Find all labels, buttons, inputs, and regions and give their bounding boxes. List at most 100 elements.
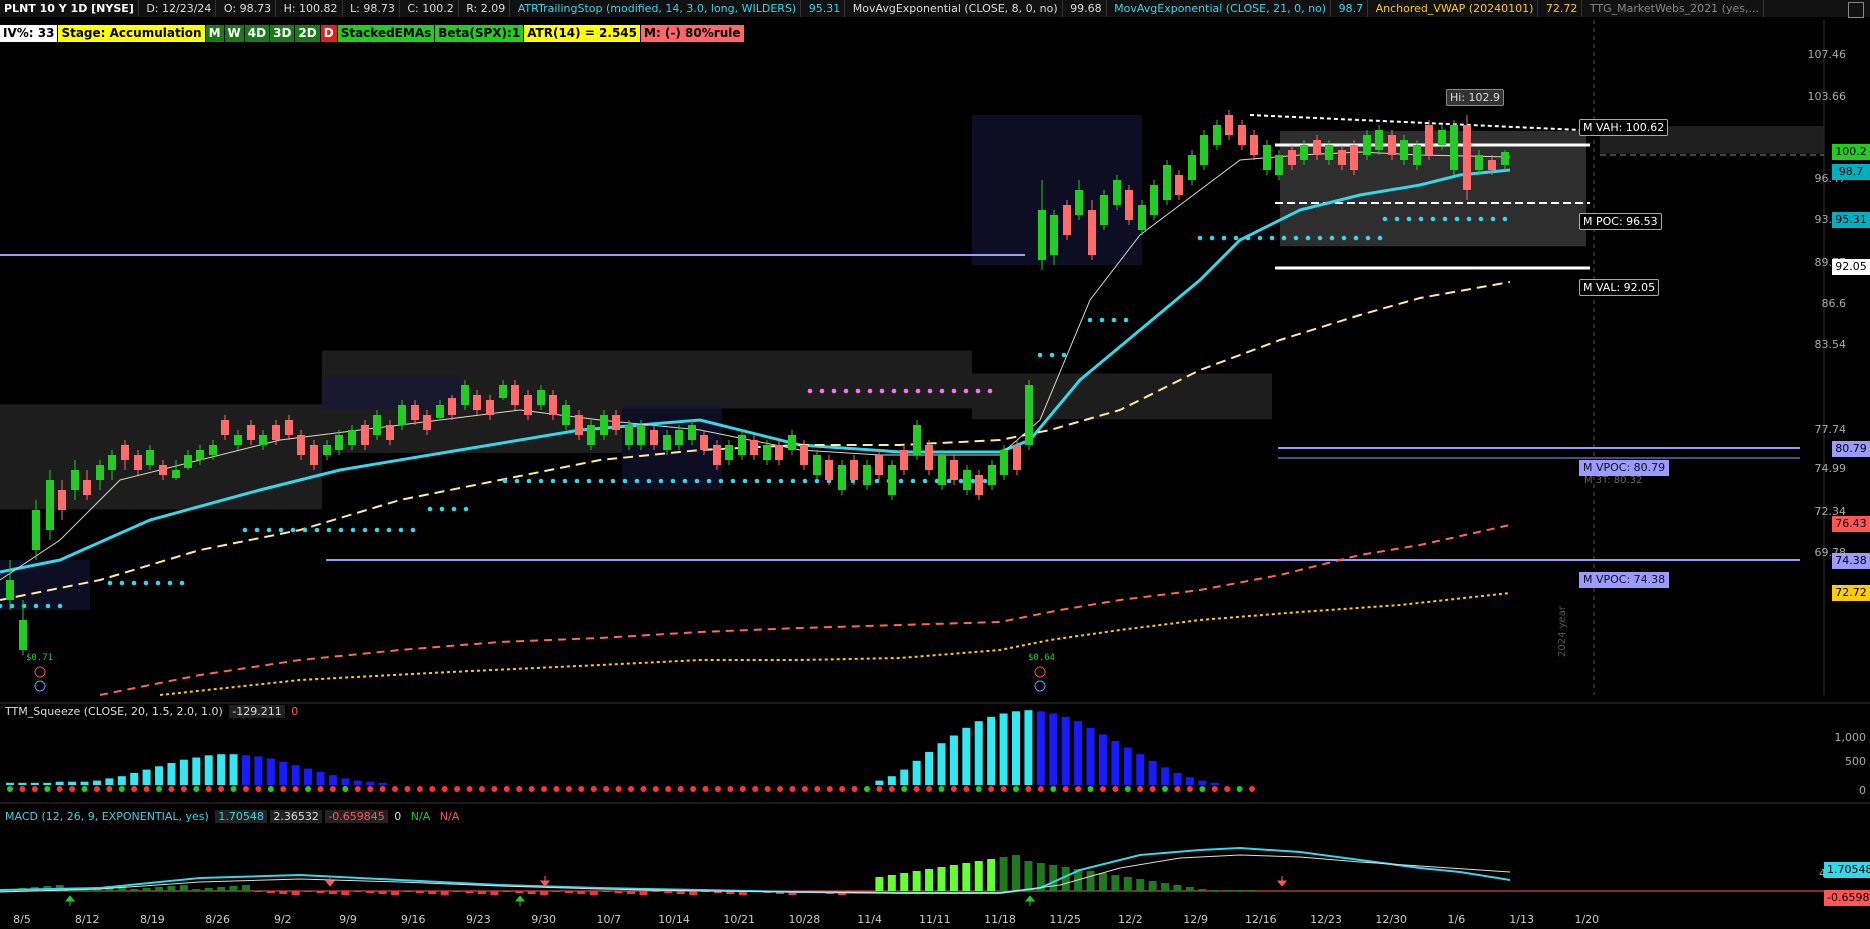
squeeze-dot — [752, 786, 759, 792]
candle-body — [108, 455, 116, 470]
macd-bar — [527, 891, 536, 894]
candle-body — [1413, 145, 1421, 165]
atr-stop-dot — [119, 580, 125, 586]
candle-body — [988, 465, 996, 485]
squeeze-bar — [1210, 782, 1219, 785]
poc-annotation: M POC: 96.53 — [1579, 213, 1662, 230]
squeeze-bar — [937, 743, 946, 785]
time-axis-label: 9/2 — [273, 913, 292, 926]
macd-arrow — [539, 876, 551, 887]
macd-bar — [415, 891, 424, 893]
atr-stop-dot — [910, 478, 916, 484]
atr-stop-dot — [1087, 317, 1093, 323]
squeeze-dot — [280, 786, 287, 792]
squeeze-bar — [217, 754, 226, 785]
squeeze-dot — [901, 786, 908, 792]
macd-bar — [465, 891, 474, 893]
macd-label[interactable]: MACD (12, 26, 9, EXPONENTIAL, yes) — [2, 810, 212, 823]
price-tag: 72.72 — [1832, 585, 1870, 601]
squeeze-dot — [292, 786, 299, 792]
candle-body — [310, 445, 318, 465]
squeeze-dot — [1211, 786, 1218, 792]
macd-bar — [304, 891, 313, 892]
atr-stop-dot — [1197, 235, 1203, 241]
squeeze-dot — [118, 786, 125, 792]
price-chart[interactable] — [0, 0, 1870, 700]
atr-stop-dot — [1466, 216, 1472, 222]
squeeze-dot — [1013, 786, 1020, 792]
candle-body — [1463, 125, 1471, 190]
macd-bar — [1086, 871, 1095, 891]
candle-body — [272, 425, 280, 440]
squeeze-dot — [950, 786, 957, 792]
squeeze-dot — [1137, 786, 1144, 792]
squeeze-dot — [1062, 786, 1069, 792]
macd-bar — [229, 886, 238, 891]
squeeze-bar — [117, 776, 126, 785]
vah-annotation: M VAH: 100.62 — [1579, 119, 1669, 136]
squeeze-dot — [1037, 786, 1044, 792]
hidden-annotation: M 3T: 80.32 — [1584, 475, 1643, 486]
ma200-line — [99, 524, 1511, 696]
atr-stop-dot — [670, 478, 676, 484]
atr-stop-dot — [338, 527, 344, 533]
atr-stop-dot — [754, 478, 760, 484]
candle-body — [875, 455, 883, 475]
candle-body — [612, 415, 620, 430]
macd-bar — [428, 891, 437, 894]
price-tag: 76.43 — [1832, 516, 1870, 532]
squeeze-bar — [366, 781, 375, 785]
macd-header: MACD (12, 26, 9, EXPONENTIAL, yes) 1.705… — [2, 810, 462, 823]
macd-bar — [627, 891, 635, 894]
candle-body — [221, 420, 229, 435]
squeeze-dot — [19, 786, 26, 792]
atr-stop-dot — [167, 580, 173, 586]
squeeze-bar — [1036, 711, 1045, 785]
atr-stop-dot — [574, 478, 580, 484]
squeeze-bar — [1024, 710, 1033, 785]
atr-stop-dot — [903, 388, 909, 394]
time-axis-label: 8/26 — [205, 913, 230, 926]
squeeze-bar — [130, 772, 139, 785]
atr-stop-dot — [1406, 216, 1412, 222]
hi-annotation: Hi: 102.9 — [1446, 89, 1505, 106]
candle-body — [297, 435, 305, 455]
atr-stop-dot — [1245, 235, 1251, 241]
atr-stop-dot — [939, 388, 945, 394]
squeeze-bar — [887, 776, 896, 785]
candle-body — [1125, 190, 1133, 220]
time-axis-label: 12/23 — [1310, 913, 1342, 926]
candle-body — [323, 445, 331, 455]
macd-bar — [490, 891, 499, 895]
squeeze-bar — [179, 759, 188, 785]
atr-stop-dot — [982, 478, 988, 484]
candle-body — [473, 395, 481, 410]
atr-stop-dot — [386, 527, 392, 533]
atr-stop-dot — [179, 580, 185, 586]
candle-body — [1025, 385, 1033, 445]
squeeze-bar — [92, 780, 101, 785]
candle-body — [1088, 210, 1096, 255]
candle-body — [738, 435, 746, 455]
squeeze-bar — [328, 775, 337, 785]
macd-bar — [391, 891, 400, 895]
macd-bar — [515, 891, 524, 893]
macd-bar — [266, 891, 275, 893]
time-axis-label: 11/18 — [984, 913, 1016, 926]
squeeze-header: TTM_Squeeze (CLOSE, 20, 1.5, 2.0, 1.0) -… — [2, 705, 301, 718]
squeeze-dot — [863, 786, 870, 792]
candle-body — [1388, 135, 1396, 155]
squeeze-dot — [404, 786, 411, 792]
atr-stop-dot — [1454, 216, 1460, 222]
squeeze-bar — [80, 781, 89, 785]
squeeze-bar — [18, 782, 27, 785]
squeeze-dot — [801, 786, 808, 792]
vwap-line — [159, 592, 1511, 696]
squeeze-bar — [925, 752, 934, 785]
candle-body — [146, 450, 154, 465]
macd-bar — [328, 891, 337, 894]
candle-body — [1438, 130, 1446, 145]
atr-stop-dot — [1111, 317, 1117, 323]
squeeze-label[interactable]: TTM_Squeeze (CLOSE, 20, 1.5, 2.0, 1.0) — [2, 705, 226, 718]
time-axis-label: 12/30 — [1375, 913, 1408, 926]
